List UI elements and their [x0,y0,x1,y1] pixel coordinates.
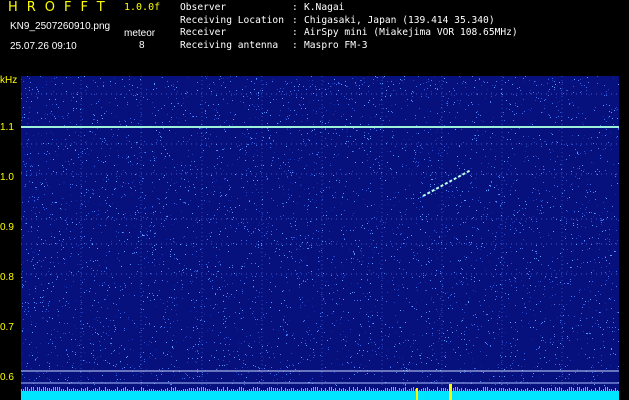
file-name: KN9_2507260910.png [10,21,111,32]
signal-baseline [21,391,619,400]
plot-background [21,76,619,400]
station-info: Observer: K.Nagai Receiving Location: Chig… [180,2,518,52]
meteor-count: 8 [139,40,145,51]
date-time: 25.07.26 09:10 [10,41,77,52]
meta-row-observer: Observer: K.Nagai [180,2,518,15]
meta-value: Maspro FM-3 [304,39,368,51]
version-label: 1.0.0f [124,2,161,13]
app-title: HROFFT [8,0,114,15]
meta-key: Receiving Location [180,14,284,26]
meta-sep: : [292,39,298,51]
meta-row-receiver: Receiver: AirSpy mini (Miakejima VOR 108.… [180,27,518,40]
meta-sep: : [292,2,298,13]
spectrogram-plot[interactable] [21,76,619,400]
echo-spike [416,388,418,400]
y-tick-label: 0.8 [0,272,14,283]
y-axis-unit: kHz [0,75,18,86]
echo-spike [449,384,452,400]
meta-value: K.Nagai [304,2,345,13]
meta-value: Chigasaki, Japan (139.414 35.340) [304,14,495,26]
meta-sep: : [292,27,298,38]
meta-key: Observer [180,2,227,13]
y-tick-label: 0.6 [0,372,14,383]
y-tick-label: 1.0 [0,172,14,183]
y-tick-label: 0.9 [0,222,14,233]
meta-row-antenna: Receiving antenna: Maspro FM-3 [180,40,518,53]
meta-key: Receiving antenna [180,39,279,51]
header-panel: HROFFT 1.0.0f KN9_2507260910.png meteor … [0,0,629,76]
spectrogram-canvas [21,76,619,400]
meta-row-location: Receiving Location: Chigasaki, Japan (139… [180,15,518,28]
meta-value: AirSpy mini (Miakejima VOR 108.65MHz) [304,27,518,38]
meta-key: Receiver [180,27,227,38]
y-tick-label: 1.1 [0,122,14,133]
meta-sep: : [292,14,298,26]
mode-label: meteor [124,28,156,39]
y-tick-label: 0.7 [0,322,14,333]
